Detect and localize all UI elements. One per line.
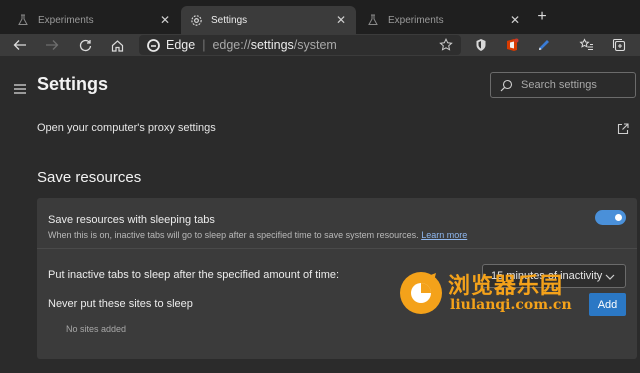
pen-extension-icon[interactable] bbox=[536, 37, 552, 53]
url-prefix: edge:// bbox=[212, 38, 251, 52]
search-settings-field[interactable] bbox=[490, 72, 636, 98]
arrow-left-icon bbox=[13, 40, 26, 50]
sleeping-tabs-description: When this is on, inactive tabs will go t… bbox=[48, 230, 467, 240]
sleep-timeout-label: Put inactive tabs to sleep after the spe… bbox=[48, 269, 340, 281]
external-link-icon[interactable] bbox=[617, 122, 629, 135]
edge-logo-icon bbox=[147, 38, 160, 52]
office-extension-icon[interactable] bbox=[504, 37, 520, 53]
add-site-button[interactable]: Add bbox=[589, 293, 626, 316]
chevron-down-icon bbox=[605, 272, 615, 280]
never-sleep-label: Never put these sites to sleep bbox=[48, 298, 193, 310]
sleep-timeout-dropdown[interactable]: 15 minutes of inactivity bbox=[482, 264, 626, 288]
site-brand: Edge bbox=[166, 38, 196, 52]
tab-label: Experiments bbox=[38, 14, 94, 26]
favorites-icon[interactable] bbox=[578, 37, 594, 53]
tab-settings[interactable]: Settings ✕ bbox=[181, 6, 356, 34]
arrow-right-icon bbox=[46, 40, 59, 50]
save-resources-card: Save resources with sleeping tabs When t… bbox=[37, 198, 637, 359]
no-sites-text: No sites added bbox=[66, 324, 127, 334]
home-button[interactable] bbox=[108, 36, 126, 54]
dropdown-value: 15 minutes of inactivity bbox=[491, 270, 603, 282]
page-title: Settings bbox=[37, 74, 109, 94]
gear-icon bbox=[189, 13, 203, 27]
collections-icon[interactable] bbox=[611, 37, 627, 53]
url-path: /system bbox=[293, 38, 337, 52]
description-text: When this is on, inactive tabs will go t… bbox=[48, 230, 419, 240]
section-title: Save resources bbox=[37, 169, 142, 186]
learn-more-link[interactable]: Learn more bbox=[421, 230, 467, 240]
search-icon bbox=[500, 79, 513, 92]
forward-button[interactable] bbox=[43, 36, 61, 54]
tab-label: Experiments bbox=[388, 14, 444, 26]
menu-icon[interactable] bbox=[14, 81, 26, 94]
new-tab-button[interactable]: + bbox=[534, 8, 550, 25]
tab-label: Settings bbox=[211, 14, 248, 26]
flask-icon bbox=[366, 13, 380, 27]
tab-strip: Experiments ✕ Settings ✕ Experiments ✕ + bbox=[0, 0, 640, 34]
search-input[interactable] bbox=[521, 79, 631, 91]
back-button[interactable] bbox=[11, 36, 29, 54]
shield-extension-icon[interactable] bbox=[473, 37, 489, 53]
flask-icon bbox=[16, 13, 30, 27]
refresh-button[interactable] bbox=[76, 36, 94, 54]
toolbar: Edge | edge://settings/system bbox=[0, 34, 640, 56]
close-icon[interactable]: ✕ bbox=[158, 13, 172, 27]
url-host: settings bbox=[250, 38, 294, 52]
tab-experiments-2[interactable]: Experiments ✕ bbox=[358, 6, 530, 34]
address-divider: | bbox=[202, 38, 206, 52]
home-icon bbox=[111, 39, 123, 52]
sleeping-tabs-title: Save resources with sleeping tabs bbox=[48, 214, 215, 226]
refresh-icon bbox=[79, 39, 91, 51]
address-bar[interactable]: Edge | edge://settings/system bbox=[139, 35, 461, 55]
tab-experiments-1[interactable]: Experiments ✕ bbox=[8, 6, 180, 34]
toggle-knob bbox=[615, 214, 622, 221]
proxy-settings-link[interactable]: Open your computer's proxy settings bbox=[37, 122, 216, 134]
star-icon[interactable] bbox=[439, 38, 453, 52]
sleeping-tabs-toggle[interactable] bbox=[595, 210, 626, 225]
settings-page: Settings Open your computer's proxy sett… bbox=[0, 56, 640, 373]
divider bbox=[37, 248, 637, 249]
close-icon[interactable]: ✕ bbox=[508, 13, 522, 27]
close-icon[interactable]: ✕ bbox=[334, 13, 348, 27]
